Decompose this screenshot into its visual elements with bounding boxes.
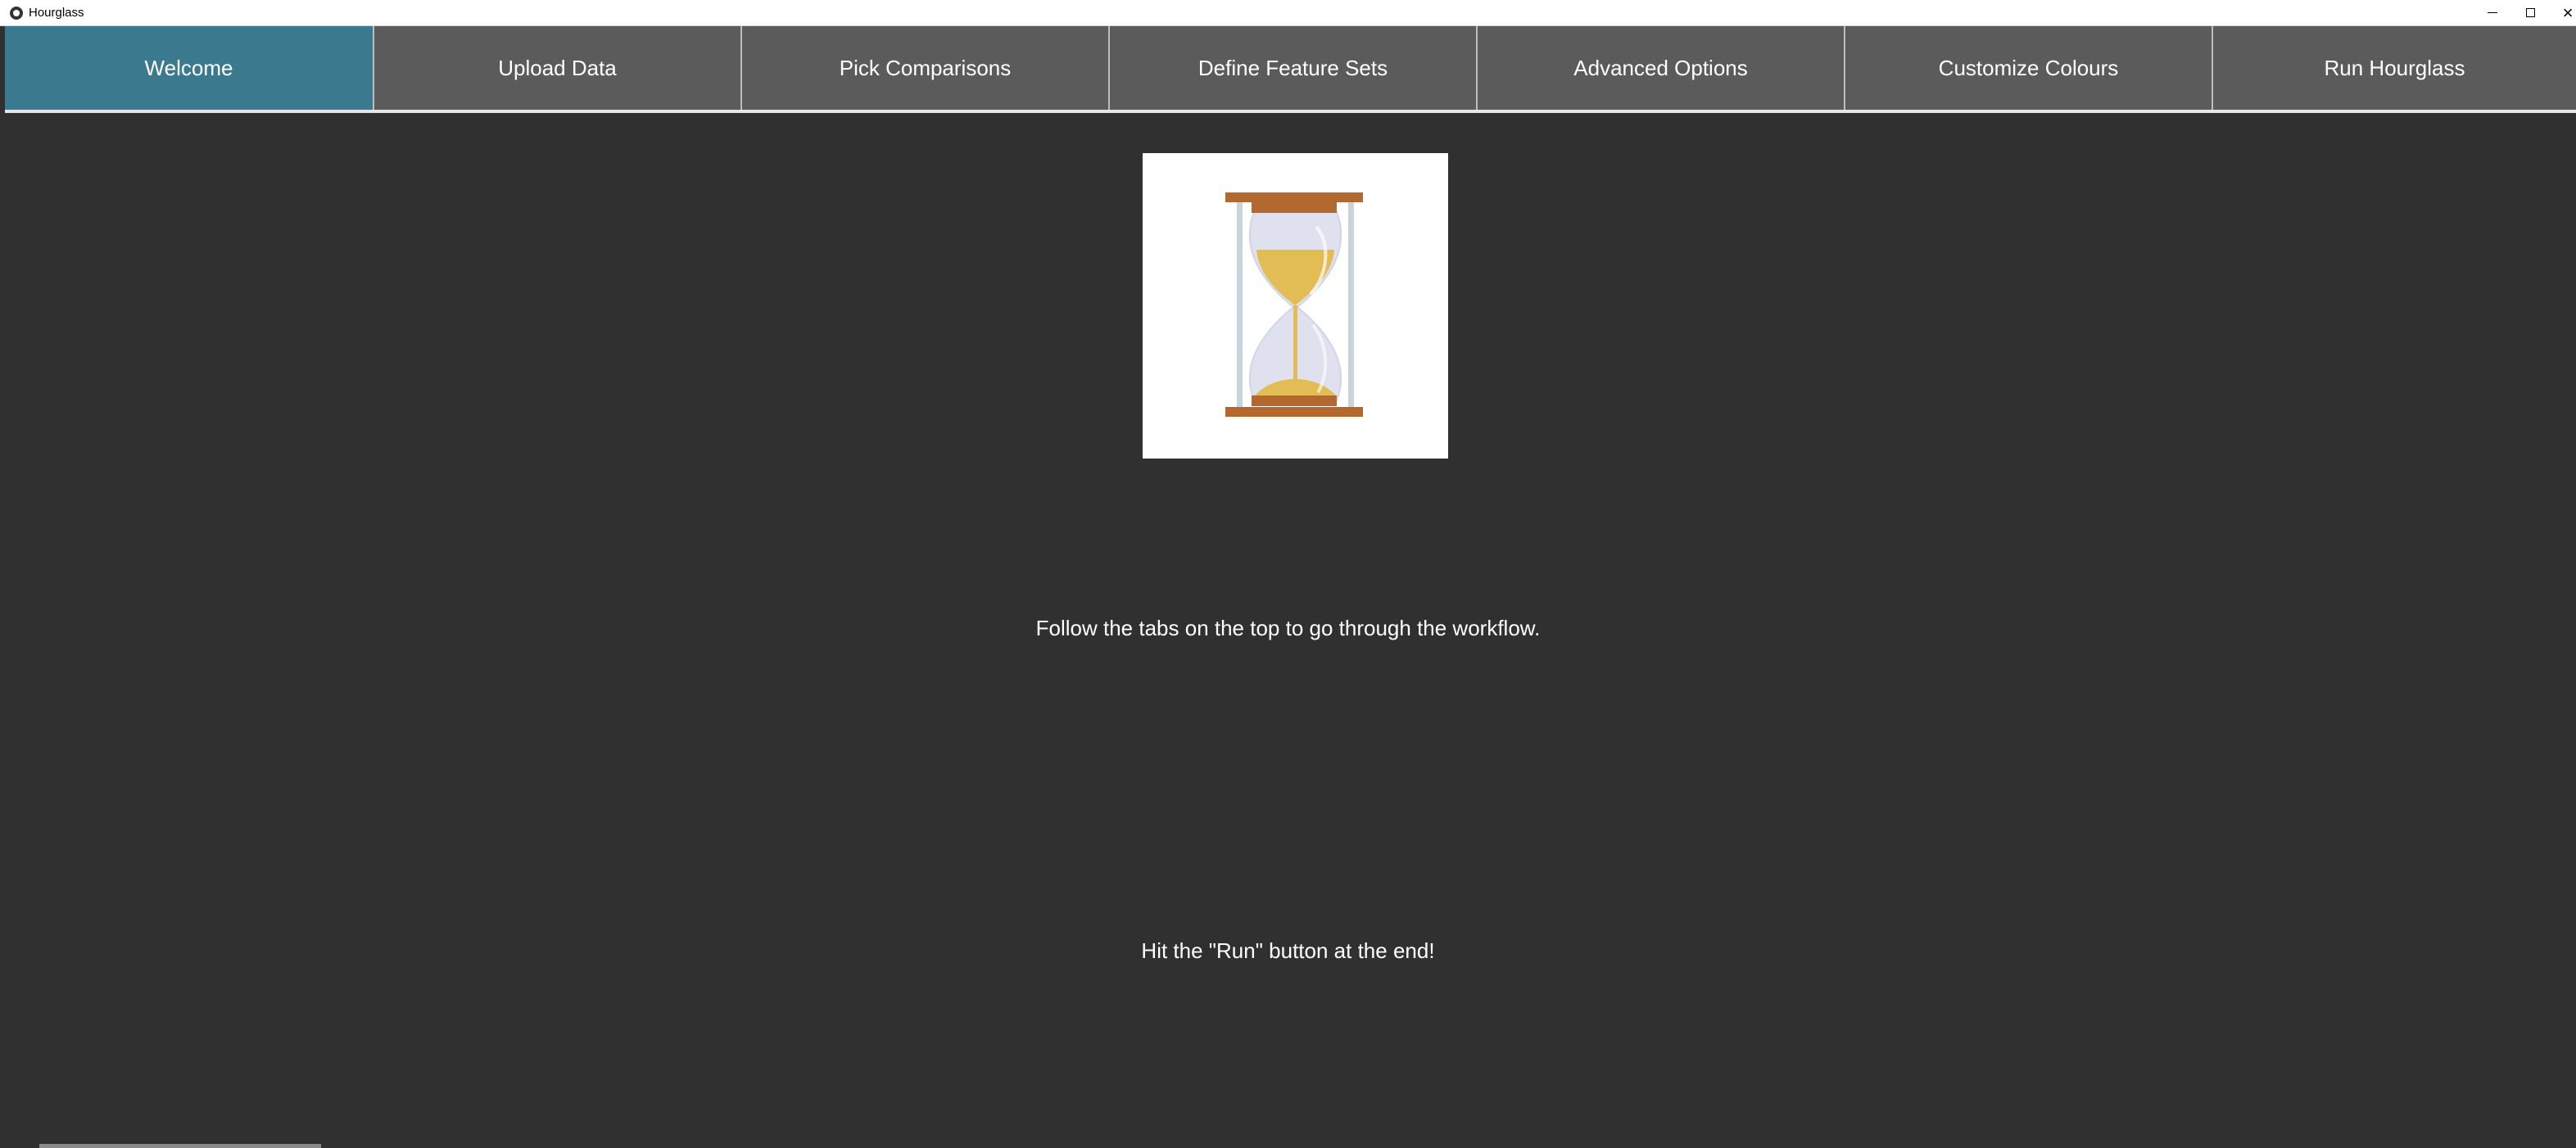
app-icon — [10, 7, 23, 20]
tab-pick-comparisons[interactable]: Pick Comparisons — [742, 26, 1110, 110]
tab-upload-data[interactable]: Upload Data — [374, 26, 742, 110]
title-bar: Hourglass × — [0, 0, 2576, 26]
tab-customize-colours[interactable]: Customize Colours — [1845, 26, 2213, 110]
maximize-icon — [2525, 8, 2535, 17]
app-window: Hourglass × Welcome Upload Data Pick Com… — [0, 0, 2576, 1148]
tab-welcome[interactable]: Welcome — [5, 26, 374, 110]
minimize-icon — [2488, 12, 2497, 13]
close-icon: × — [2562, 2, 2574, 23]
minimize-button[interactable] — [2474, 0, 2511, 25]
tab-run-hourglass[interactable]: Run Hourglass — [2213, 26, 2576, 110]
scrollbar[interactable] — [39, 1144, 321, 1148]
hourglass-icon — [1225, 192, 1363, 417]
instruction-text: Follow the tabs on the top to go through… — [1035, 616, 1541, 640]
close-button[interactable]: × — [2549, 0, 2576, 25]
hourglass-logo — [1143, 153, 1448, 459]
hint-text: Hit the "Run" button at the end! — [1141, 938, 1435, 963]
tab-define-feature-sets[interactable]: Define Feature Sets — [1110, 26, 1478, 110]
window-title: Hourglass — [29, 6, 84, 20]
maximize-button[interactable] — [2511, 0, 2549, 25]
tab-advanced-options[interactable]: Advanced Options — [1478, 26, 1845, 110]
tab-bar: Welcome Upload Data Pick Comparisons Def… — [5, 26, 2576, 113]
